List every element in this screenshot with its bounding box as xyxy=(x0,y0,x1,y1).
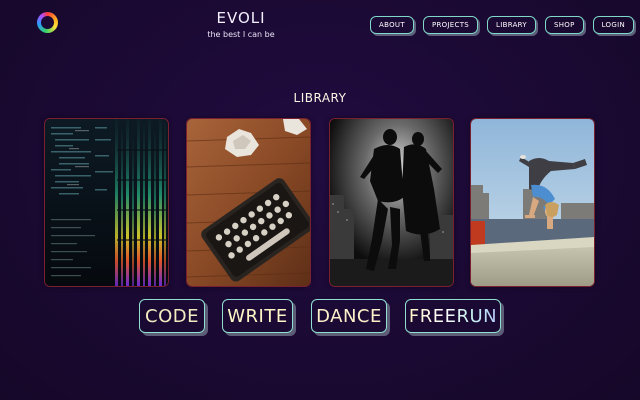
dance-card[interactable] xyxy=(330,119,453,286)
logo-icon[interactable] xyxy=(37,12,58,33)
section-title: LIBRARY xyxy=(293,91,347,105)
nav-shop-button[interactable]: SHOP xyxy=(544,16,584,34)
code-screen-image xyxy=(45,119,168,286)
dance-button[interactable]: DANCE xyxy=(311,299,387,333)
top-nav: ABOUT PROJECTS LIBRARY SHOP LOGIN xyxy=(370,16,634,34)
nav-projects-button[interactable]: PROJECTS xyxy=(422,16,479,34)
write-card[interactable] xyxy=(187,119,310,286)
code-button[interactable]: CODE xyxy=(139,299,205,333)
nav-library-button[interactable]: LIBRARY xyxy=(487,16,536,34)
write-button[interactable]: WRITE xyxy=(222,299,293,333)
freerun-button[interactable]: FREERUN xyxy=(405,299,501,333)
typewriter-image xyxy=(187,119,310,286)
freerun-card[interactable] xyxy=(471,119,594,286)
dancers-image xyxy=(330,119,453,286)
brand: EVOLI the best I can be xyxy=(190,9,292,39)
nav-login-button[interactable]: LOGIN xyxy=(592,16,634,34)
page: EVOLI the best I can be ABOUT PROJECTS L… xyxy=(0,0,640,400)
nav-about-button[interactable]: ABOUT xyxy=(370,16,414,34)
brand-title[interactable]: EVOLI xyxy=(190,9,292,27)
brand-tagline: the best I can be xyxy=(207,30,275,39)
code-card[interactable] xyxy=(45,119,168,286)
freerunner-image xyxy=(471,119,594,286)
